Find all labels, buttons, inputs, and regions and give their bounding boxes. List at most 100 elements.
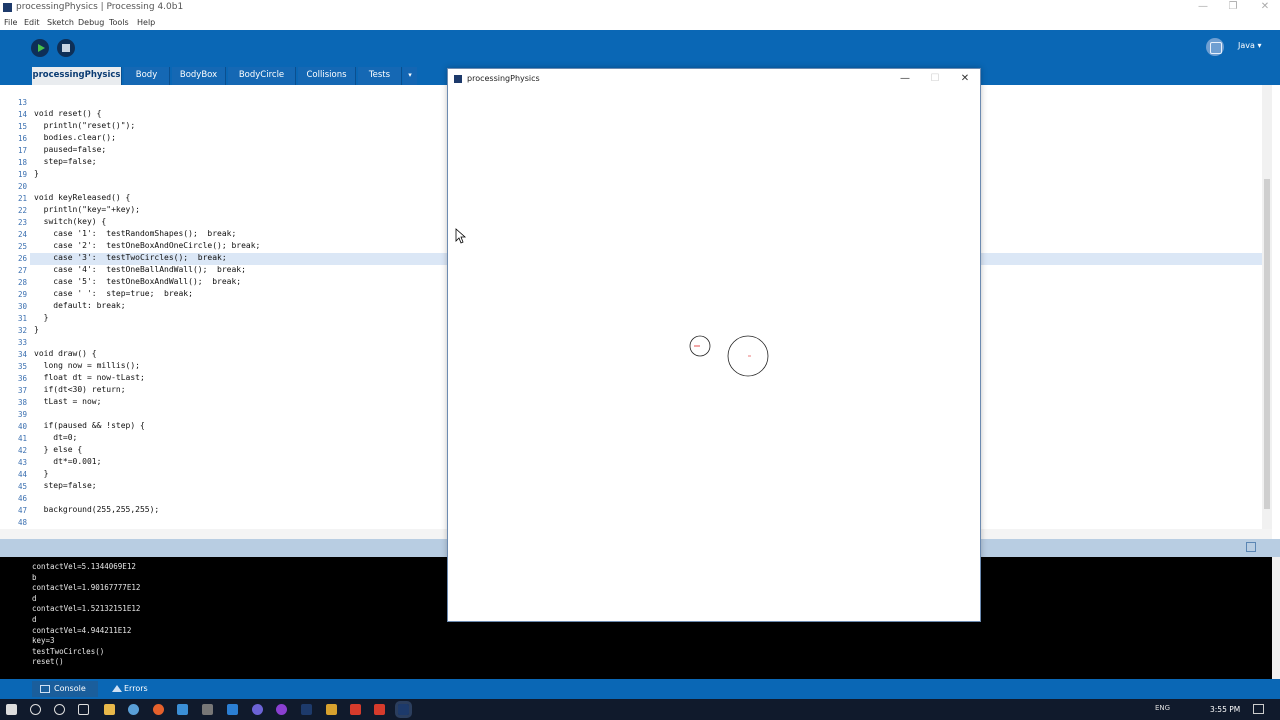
code-line[interactable]: case '3': testTwoCircles(); break; xyxy=(34,253,226,262)
code-line[interactable]: default: break; xyxy=(34,301,125,310)
search-icon[interactable] xyxy=(30,704,41,715)
app-icon[interactable] xyxy=(276,704,287,715)
minimize-button[interactable]: — xyxy=(1188,0,1218,16)
tab-body[interactable]: Body xyxy=(124,67,170,85)
app-icon[interactable] xyxy=(177,704,188,715)
tab-tests[interactable]: Tests xyxy=(358,67,402,85)
maximize-button[interactable]: ❐ xyxy=(1218,0,1248,16)
code-line[interactable]: } xyxy=(34,325,39,334)
code-line[interactable]: void reset() { xyxy=(34,109,101,118)
sketch-canvas[interactable] xyxy=(448,89,980,621)
line-number: 37 xyxy=(17,386,27,395)
debugger-icon[interactable] xyxy=(1206,38,1224,56)
clock[interactable]: 3:55 PM xyxy=(1210,705,1240,714)
sketch-minimize-button[interactable]: — xyxy=(891,72,919,86)
browser-icon[interactable] xyxy=(128,704,139,715)
app-icon[interactable] xyxy=(326,704,337,715)
code-line[interactable]: case '5': testOneBoxAndWall(); break; xyxy=(34,277,241,286)
code-line[interactable]: void keyReleased() { xyxy=(34,193,130,202)
menu-help[interactable]: Help xyxy=(137,18,155,27)
console-line: key=3 xyxy=(32,636,55,646)
line-number: 22 xyxy=(17,206,27,215)
menu-tools[interactable]: Tools xyxy=(109,18,129,27)
sketch-close-button[interactable]: ✕ xyxy=(951,72,979,86)
code-line[interactable]: background(255,255,255); xyxy=(34,505,160,514)
sketch-maximize-button[interactable]: ☐ xyxy=(921,72,949,86)
code-line[interactable]: long now = millis(); xyxy=(34,361,140,370)
code-line[interactable]: case '4': testOneBallAndWall(); break; xyxy=(34,265,246,274)
line-number: 43 xyxy=(17,458,27,467)
console-line: contactVel=1.52132151E12 xyxy=(32,604,141,614)
line-number: 14 xyxy=(17,110,27,119)
line-number: 46 xyxy=(17,494,27,503)
line-number: 24 xyxy=(17,230,27,239)
stop-button[interactable] xyxy=(57,39,75,57)
tab-processingphysics[interactable]: processingPhysics xyxy=(32,67,122,85)
processing-sketch-icon[interactable] xyxy=(395,701,412,718)
tab-collisions[interactable]: Collisions xyxy=(298,67,356,85)
menu-edit[interactable]: Edit xyxy=(24,18,40,27)
code-line[interactable]: if(paused && !step) { xyxy=(34,421,145,430)
app-icon[interactable] xyxy=(202,704,213,715)
menu-sketch[interactable]: Sketch xyxy=(47,18,74,27)
console-line: contactVel=5.1344069E12 xyxy=(32,562,136,571)
errors-tab[interactable]: Errors xyxy=(104,681,164,697)
console-tab[interactable]: Console xyxy=(32,681,98,697)
code-line[interactable]: } xyxy=(34,469,49,478)
menu-debug[interactable]: Debug xyxy=(78,18,104,27)
code-line[interactable]: case '2': testOneBoxAndOneCircle(); brea… xyxy=(34,241,260,250)
app-icon[interactable] xyxy=(374,704,385,715)
code-line[interactable]: if(dt<30) return; xyxy=(34,385,126,394)
line-number: 47 xyxy=(17,506,27,515)
code-line[interactable]: paused=false; xyxy=(34,145,107,154)
close-button[interactable]: ✕ xyxy=(1250,0,1280,16)
line-number: 13 xyxy=(17,98,27,107)
task-view-icon[interactable] xyxy=(78,704,89,715)
run-button[interactable] xyxy=(31,39,49,57)
code-line[interactable]: println("key="+key); xyxy=(34,205,140,214)
tab-menu-chevron-icon[interactable]: ▾ xyxy=(403,67,417,85)
code-line[interactable]: dt*=0.001; xyxy=(34,457,101,466)
editor-vertical-scrollbar[interactable] xyxy=(1262,85,1272,529)
scrollbar-thumb[interactable] xyxy=(1264,179,1270,509)
toolbar: Java ▾ xyxy=(0,30,1280,65)
code-line[interactable]: } xyxy=(34,169,39,178)
line-number: 44 xyxy=(17,470,27,479)
console-tab-label: Console xyxy=(54,684,86,693)
code-line[interactable]: println("reset()"); xyxy=(34,121,136,130)
tab-bodybox[interactable]: BodyBox xyxy=(172,67,226,85)
code-line[interactable]: void draw() { xyxy=(34,349,97,358)
console-line: d xyxy=(32,615,37,624)
code-line[interactable]: case '1': testRandomShapes(); break; xyxy=(34,229,236,238)
code-line[interactable]: switch(key) { xyxy=(34,217,107,226)
notification-icon[interactable] xyxy=(1253,704,1264,714)
acrobat-icon[interactable] xyxy=(350,704,361,715)
menu-file[interactable]: File xyxy=(4,18,17,27)
code-line[interactable]: step=false; xyxy=(34,157,97,166)
code-line[interactable]: float dt = now-tLast; xyxy=(34,373,145,382)
code-line[interactable]: dt=0; xyxy=(34,433,77,442)
code-line[interactable]: step=false; xyxy=(34,481,97,490)
console-icon xyxy=(40,685,50,693)
line-number-gutter: 13 14 15 16 17 18 19 20 21 22 23 24 25 26 27 28 29 30 31 32… xyxy=(0,85,30,539)
mode-selector[interactable]: Java ▾ xyxy=(1238,41,1261,50)
window-title: processingPhysics | Processing 4.0b1 xyxy=(16,2,184,12)
tab-bodycircle[interactable]: BodyCircle xyxy=(228,67,296,85)
console-line: testTwoCircles() xyxy=(32,646,105,656)
console-scrollbar[interactable] xyxy=(1272,557,1280,679)
code-line[interactable]: case ' ': step=true; break; xyxy=(34,289,193,298)
language-indicator[interactable]: ENG xyxy=(1155,704,1170,712)
code-line[interactable]: } xyxy=(34,313,49,322)
code-line[interactable]: } else { xyxy=(34,445,83,454)
copy-icon[interactable] xyxy=(1246,542,1256,552)
line-number: 31 xyxy=(17,314,27,323)
cortana-icon[interactable] xyxy=(54,704,65,715)
firefox-icon[interactable] xyxy=(153,704,164,715)
start-icon[interactable] xyxy=(6,704,17,715)
processing-icon[interactable] xyxy=(301,704,312,715)
code-line[interactable]: bodies.clear(); xyxy=(34,133,116,142)
vscode-icon[interactable] xyxy=(227,704,238,715)
file-explorer-icon[interactable] xyxy=(104,704,115,715)
code-line[interactable]: tLast = now; xyxy=(34,397,102,406)
discord-icon[interactable] xyxy=(252,704,263,715)
